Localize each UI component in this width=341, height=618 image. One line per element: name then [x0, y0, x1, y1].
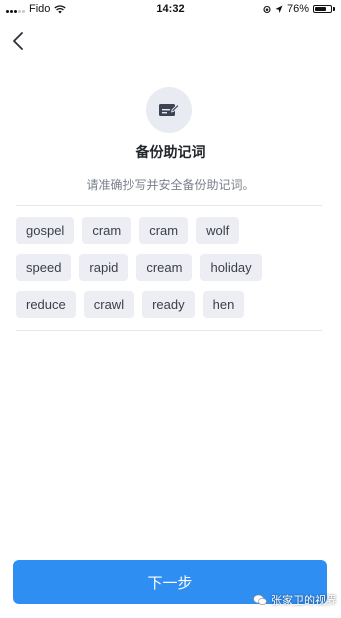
mnemonic-word: crawl [83, 291, 135, 318]
backup-hero-icon [146, 87, 192, 133]
page-title: 备份助记词 [135, 144, 206, 160]
watermark-text: 张家卫的视界 [271, 595, 337, 607]
battery-icon [313, 5, 335, 13]
mnemonic-word: hen [202, 291, 245, 318]
divider [16, 330, 322, 331]
mnemonic-word: ready [142, 291, 195, 318]
word-row: gospel cram cram wolf [16, 217, 326, 244]
mnemonic-word-grid: gospel cram cram wolf speed rapid cream … [16, 217, 326, 328]
word-row: speed rapid cream holiday [16, 254, 326, 281]
divider [16, 205, 322, 206]
watermark: 张家卫的视界 [253, 592, 337, 608]
edit-card-icon [159, 103, 180, 116]
status-right: 76% [263, 3, 335, 15]
word-row: reduce crawl ready hen [16, 291, 326, 318]
battery-percent: 76% [286, 3, 309, 15]
mnemonic-word: cream [136, 254, 193, 281]
rotation-lock-icon [263, 5, 271, 13]
status-bar: Fido 14:32 76% [0, 0, 341, 20]
mnemonic-word: reduce [16, 291, 76, 318]
back-button[interactable] [8, 28, 30, 54]
mnemonic-word: holiday [200, 254, 262, 281]
chevron-left-icon[interactable] [8, 28, 30, 54]
mnemonic-word: cram [82, 217, 132, 244]
backup-instruction: 请准确抄写并安全备份助记词。 [86, 178, 255, 192]
mnemonic-word: speed [16, 254, 72, 281]
location-icon [275, 5, 283, 13]
mnemonic-word: gospel [16, 217, 75, 244]
mnemonic-word: wolf [196, 217, 240, 244]
wechat-icon [253, 594, 267, 606]
mnemonic-word: rapid [79, 254, 129, 281]
mnemonic-word: cram [139, 217, 189, 244]
